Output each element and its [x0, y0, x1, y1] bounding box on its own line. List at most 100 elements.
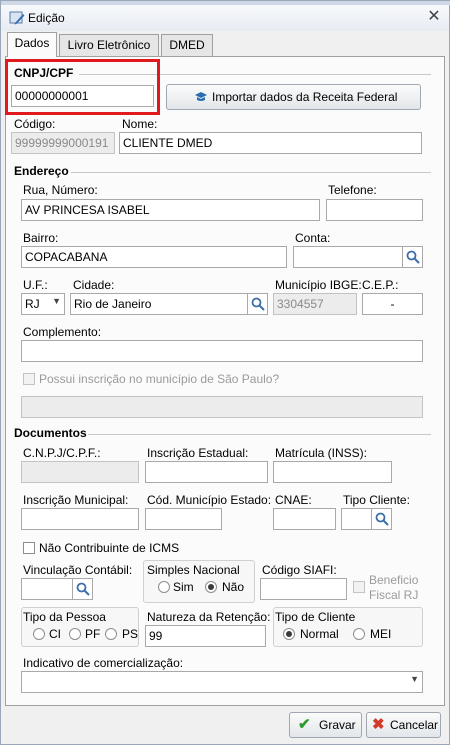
- bairro-label: Bairro:: [23, 231, 59, 245]
- simples-sim-label: Sim: [173, 580, 194, 594]
- simples-nao-label: Não: [222, 580, 245, 594]
- im-input[interactable]: [21, 508, 139, 530]
- tp-ci-label: CI: [49, 627, 61, 641]
- ie-input[interactable]: [145, 461, 268, 483]
- cidade-input[interactable]: Rio de Janeiro: [70, 293, 248, 315]
- tab-label: Livro Eletrônico: [67, 38, 151, 52]
- vinculacao-search-button[interactable]: [72, 578, 93, 600]
- ie-label: Inscrição Estadual:: [147, 446, 249, 460]
- tp-ci-radio[interactable]: [33, 628, 45, 640]
- chevron-down-icon: ▼: [410, 674, 419, 684]
- ibge-input: 3304557: [273, 293, 357, 315]
- title-bar: Edição ✕: [1, 5, 449, 31]
- complemento-label: Complemento:: [23, 325, 102, 339]
- edit-window-icon: [9, 11, 25, 25]
- search-icon: [251, 297, 265, 311]
- cep-label: C.E.P.:: [362, 278, 399, 292]
- tp-pf-radio[interactable]: [69, 628, 81, 640]
- cidade-search-button[interactable]: [247, 293, 268, 315]
- uf-value: RJ: [25, 297, 40, 311]
- inss-label: Matrícula (INSS):: [275, 446, 368, 460]
- im-label: Inscrição Municipal:: [23, 493, 129, 507]
- chevron-down-icon: ▼: [52, 296, 61, 306]
- tp-pf-label: PF: [85, 627, 101, 641]
- beneficio-fiscal-checkbox[interactable]: [353, 581, 365, 593]
- cidade-label: Cidade:: [73, 278, 115, 292]
- uf-select[interactable]: RJ ▼: [21, 293, 65, 315]
- vinculacao-input[interactable]: [21, 578, 73, 600]
- tipo-pessoa-label: Tipo da Pessoa: [23, 610, 106, 624]
- tp-ps-label: PS: [122, 627, 139, 641]
- edit-dialog: Edição ✕ Dados Livro Eletrônico DMED CNP…: [0, 0, 450, 745]
- documentos-section-label: Documentos: [14, 426, 87, 440]
- ibge-label: Município IBGE:: [275, 278, 362, 292]
- indicativo-select[interactable]: ▼: [21, 671, 423, 693]
- cnae-label: CNAE:: [275, 493, 312, 507]
- sp-inscricao-checkbox[interactable]: [23, 373, 35, 385]
- telefone-input[interactable]: [326, 199, 423, 221]
- cep-input[interactable]: -: [362, 293, 423, 315]
- simples-label: Simples Nacional: [147, 563, 240, 577]
- siafi-input[interactable]: [260, 578, 347, 600]
- endereco-section-label: Endereço: [14, 164, 69, 178]
- tab-label: DMED: [169, 38, 205, 52]
- tc-normal-label: Normal: [300, 627, 339, 641]
- tp-ps-radio[interactable]: [105, 628, 117, 640]
- doc-cnpj-label: C.N.P.J/C.P.F.:: [23, 446, 101, 460]
- cod-municipio-label: Cód. Município Estado:: [147, 493, 272, 507]
- cancelar-button[interactable]: ✖ Cancelar: [366, 712, 441, 738]
- tipo-cliente-search-button[interactable]: [371, 508, 392, 530]
- complemento-input[interactable]: [21, 340, 423, 362]
- tab-dmed[interactable]: DMED: [161, 34, 213, 56]
- close-icon[interactable]: ✕: [425, 8, 443, 26]
- cancelar-label: Cancelar: [390, 718, 439, 732]
- tc-mei-radio[interactable]: [353, 628, 365, 640]
- tab-livro-eletronico[interactable]: Livro Eletrônico: [59, 34, 159, 56]
- search-icon: [375, 512, 389, 526]
- natureza-label: Natureza da Retenção:: [147, 610, 271, 624]
- tipo-de-cliente-label: Tipo de Cliente: [275, 610, 356, 624]
- bairro-input[interactable]: COPACABANA: [21, 246, 287, 268]
- nao-contribuinte-checkbox[interactable]: [23, 542, 35, 554]
- conta-search-button[interactable]: [402, 246, 423, 268]
- window-title: Edição: [28, 11, 65, 25]
- import-receita-button[interactable]: Importar dados da Receita Federal: [166, 84, 421, 110]
- tab-dados[interactable]: Dados: [7, 32, 57, 57]
- telefone-label: Telefone:: [328, 183, 377, 197]
- receita-federal-icon: [195, 92, 207, 101]
- divider: [88, 434, 431, 435]
- tc-normal-radio[interactable]: [283, 628, 295, 640]
- siafi-label: Código SIAFI:: [262, 563, 337, 577]
- doc-cnpj-input: [21, 461, 139, 483]
- conta-label: Conta:: [295, 231, 331, 245]
- rua-input[interactable]: AV PRINCESA ISABEL: [21, 199, 320, 221]
- nome-input[interactable]: CLIENTE DMED: [119, 132, 422, 154]
- simples-nao-radio[interactable]: [205, 581, 217, 593]
- tipo-cliente-label: Tipo Cliente:: [343, 493, 410, 507]
- uf-label: U.F.:: [23, 278, 48, 292]
- sp-inscricao-input: [21, 396, 423, 418]
- simples-sim-radio[interactable]: [158, 581, 170, 593]
- gravar-button[interactable]: ✔ Gravar: [289, 712, 362, 738]
- rua-label: Rua, Número:: [23, 183, 98, 197]
- check-icon: ✔: [298, 716, 311, 733]
- cancel-x-icon: ✖: [372, 716, 385, 733]
- import-button-label: Importar dados da Receita Federal: [212, 90, 398, 104]
- inss-input[interactable]: [273, 461, 392, 483]
- nao-contribuinte-label: Não Contribuinte de ICMS: [39, 541, 180, 555]
- sp-inscricao-label: Possui inscrição no município de São Pau…: [39, 372, 280, 386]
- cod-municipio-input[interactable]: [145, 508, 222, 530]
- vinculacao-label: Vinculação Contábil:: [23, 563, 133, 577]
- beneficio-label-line2: Fiscal RJ: [369, 588, 419, 602]
- cnae-input[interactable]: [273, 508, 336, 530]
- natureza-input[interactable]: 99: [145, 625, 266, 647]
- tab-label: Dados: [14, 36, 50, 50]
- highlight-box: [5, 59, 160, 115]
- tc-mei-label: MEI: [370, 627, 392, 641]
- beneficio-label-line1: Beneficio: [369, 573, 419, 587]
- tipo-cliente-input[interactable]: [341, 508, 372, 530]
- search-icon: [76, 582, 90, 596]
- indicativo-label: Indicativo de comercialização:: [23, 656, 184, 670]
- conta-input[interactable]: [293, 246, 403, 268]
- codigo-label: Código:: [14, 117, 56, 131]
